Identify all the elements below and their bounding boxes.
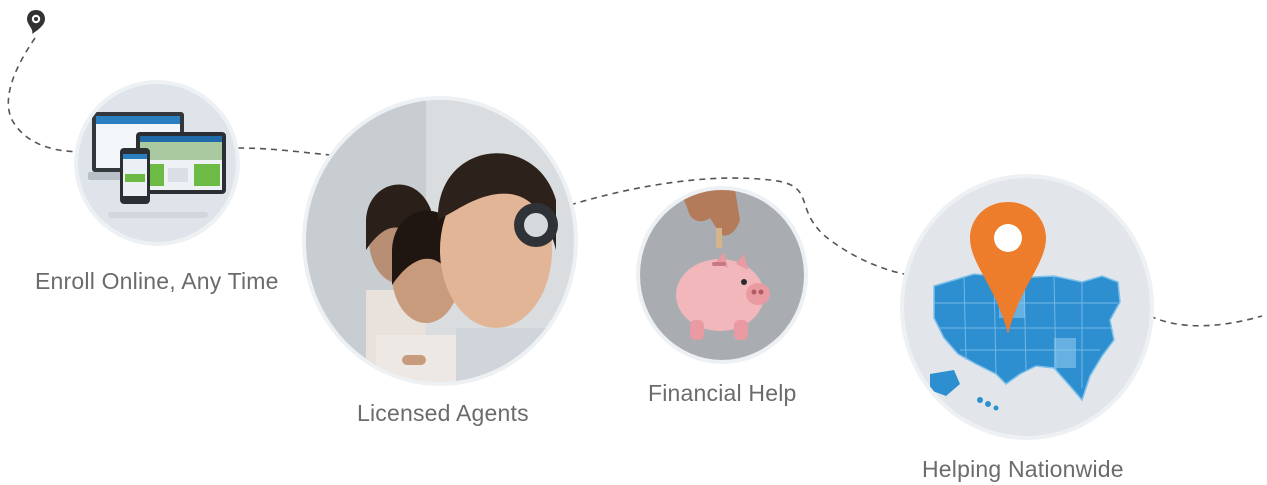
feature-label-financial: Financial Help: [648, 380, 797, 406]
agents-image: [306, 100, 574, 382]
us-map-image: [904, 178, 1150, 436]
piggy-bank-icon: [640, 190, 804, 360]
start-pin-icon: [27, 10, 45, 34]
devices-image: [78, 84, 236, 242]
feature-label-enroll: Enroll Online, Any Time: [35, 268, 279, 294]
feature-label-agents: Licensed Agents: [357, 400, 529, 426]
us-map-pin-icon: [904, 178, 1150, 436]
piggy-bank-image: [640, 190, 804, 360]
devices-icon: [78, 84, 236, 242]
feature-label-nationwide: Helping Nationwide: [922, 456, 1124, 482]
call-center-agents-icon: [306, 100, 574, 382]
